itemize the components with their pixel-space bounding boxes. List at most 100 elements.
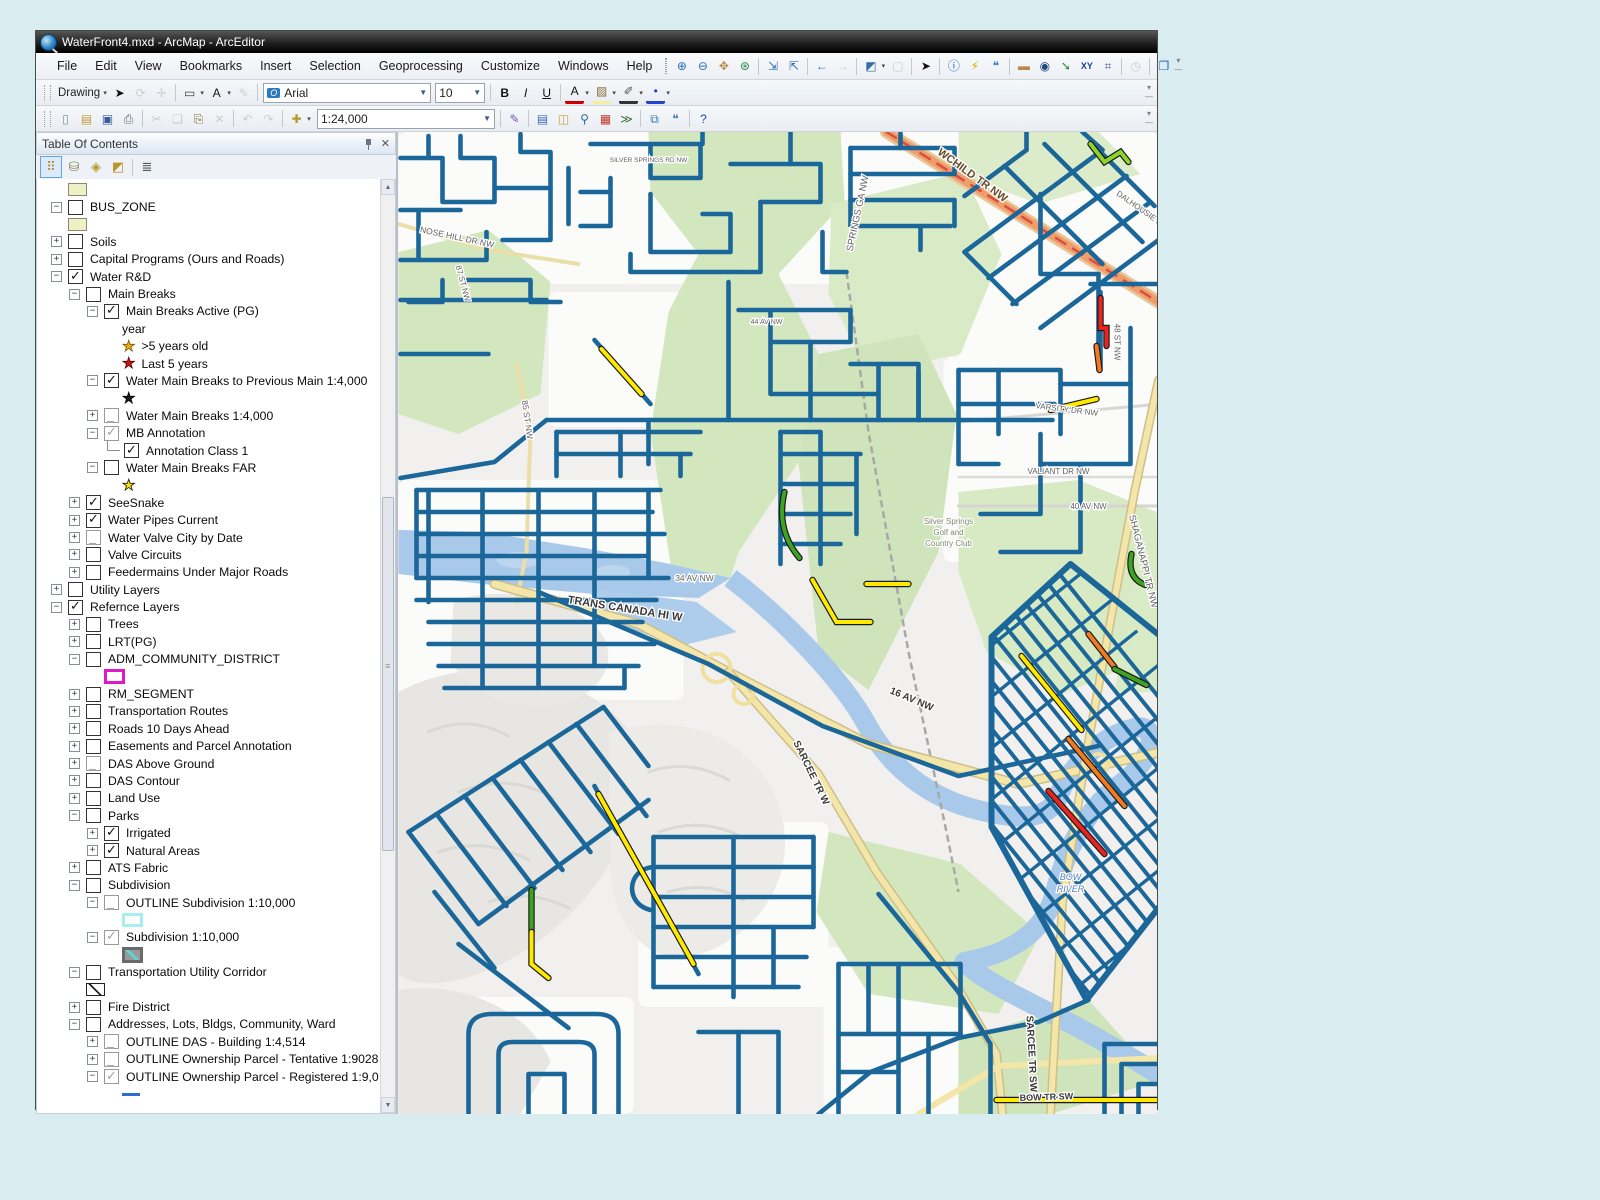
layer-row[interactable]: −Subdivision <box>69 877 381 894</box>
layer-row[interactable]: +Feedermains Under Major Roads <box>69 564 381 581</box>
collapse-icon[interactable]: − <box>87 932 98 943</box>
layer-row[interactable]: −Parks <box>69 807 381 824</box>
expand-icon[interactable]: + <box>69 636 80 647</box>
copy-icon[interactable]: ❏ <box>168 109 187 128</box>
delete-icon[interactable]: ✕ <box>210 109 229 128</box>
fixed-zoom-out-icon[interactable]: ⇱ <box>784 57 803 76</box>
font-size-select[interactable]: 10 ▼ <box>435 83 485 103</box>
expand-icon[interactable]: + <box>69 532 80 543</box>
layer-row[interactable]: +Water Main Breaks 1:4,000 <box>87 407 381 424</box>
layer-row[interactable]: −Main Breaks <box>69 285 381 302</box>
layer-row[interactable]: −Subdivision 1:10,000 <box>87 929 381 946</box>
comment-icon[interactable]: ❝ <box>666 109 685 128</box>
viewer-window-icon[interactable]: ❐ <box>1154 57 1173 76</box>
layer-row[interactable]: −OUTLINE Subdivision 1:10,000 <box>87 894 381 911</box>
chevron-down-icon[interactable]: ▾ <box>583 89 591 97</box>
layer-row[interactable]: +LRT(PG) <box>69 633 381 650</box>
collapse-icon[interactable]: − <box>69 289 80 300</box>
scroll-down-icon[interactable]: ▼ <box>381 1097 395 1113</box>
visibility-checkbox[interactable] <box>86 704 101 719</box>
italic-icon[interactable]: I <box>516 83 535 102</box>
layer-row[interactable]: +Transportation Routes <box>69 703 381 720</box>
zoom-in-icon[interactable]: ⊕ <box>672 57 691 76</box>
expand-icon[interactable]: + <box>69 793 80 804</box>
pan-icon[interactable]: ✥ <box>714 57 733 76</box>
collapse-icon[interactable]: − <box>87 428 98 439</box>
collapse-icon[interactable]: − <box>51 271 62 282</box>
layer-row[interactable]: +Soils <box>51 233 381 250</box>
list-by-drawing-order-icon[interactable]: ⠿ <box>40 156 62 178</box>
chevron-down-icon[interactable]: ▾ <box>879 62 887 70</box>
visibility-checkbox[interactable] <box>68 252 83 267</box>
layer-row[interactable]: −Water R&D <box>51 268 381 285</box>
layer-row[interactable]: +Utility Layers <box>51 581 381 598</box>
visibility-checkbox[interactable] <box>86 287 101 302</box>
fill-color-icon[interactable]: ▨ <box>592 82 611 104</box>
visibility-checkbox[interactable] <box>86 739 101 754</box>
underline-icon[interactable]: U <box>537 83 556 102</box>
collapse-icon[interactable]: − <box>87 897 98 908</box>
menu-insert[interactable]: Insert <box>251 56 300 76</box>
visibility-checkbox[interactable] <box>86 791 101 806</box>
visibility-checkbox[interactable] <box>68 600 83 615</box>
layer-row[interactable]: +ATS Fabric <box>69 859 381 876</box>
layer-row[interactable]: −Water Main Breaks to Previous Main 1:4,… <box>87 372 381 389</box>
layer-row[interactable]: −Transportation Utility Corridor <box>69 964 381 981</box>
visibility-checkbox[interactable] <box>86 617 101 632</box>
layer-row[interactable]: −OUTLINE Ownership Parcel - Registered 1… <box>87 1068 381 1085</box>
expand-icon[interactable]: + <box>69 723 80 734</box>
toolbar-overflow-icon[interactable]: ▾— <box>1143 110 1155 128</box>
expand-icon[interactable]: + <box>51 236 62 247</box>
expand-icon[interactable]: + <box>87 1036 98 1047</box>
table-of-contents-icon[interactable]: ▤ <box>533 109 552 128</box>
menu-help[interactable]: Help <box>618 56 662 76</box>
list-by-visibility-icon[interactable]: ◈ <box>86 157 106 177</box>
collapse-icon[interactable]: − <box>69 654 80 665</box>
layer-row[interactable]: +Land Use <box>69 790 381 807</box>
map-view[interactable]: NOSE HILL DR NW87 ST NW85 ST NWSILVER SP… <box>398 132 1157 1114</box>
model-builder-icon[interactable]: ⧉ <box>645 109 664 128</box>
marker-color-icon[interactable]: • <box>646 82 665 104</box>
pin-icon[interactable] <box>364 138 374 150</box>
layer-row[interactable]: −Refernce Layers <box>51 598 381 615</box>
chevron-down-icon[interactable]: ▾ <box>101 89 109 97</box>
expand-icon[interactable]: + <box>87 410 98 421</box>
visibility-checkbox[interactable] <box>86 878 101 893</box>
back-extent-icon[interactable]: ← <box>812 57 831 76</box>
visibility-checkbox[interactable] <box>104 426 119 441</box>
collapse-icon[interactable]: − <box>69 1019 80 1030</box>
visibility-checkbox[interactable] <box>104 408 119 423</box>
line-color-icon[interactable]: ✐ <box>619 82 638 104</box>
visibility-checkbox[interactable] <box>86 965 101 980</box>
toc-scrollbar[interactable]: ▲ ▼ <box>380 179 395 1113</box>
collapse-icon[interactable]: − <box>87 462 98 473</box>
toc-header[interactable]: Table Of Contents ✕ <box>36 132 396 155</box>
expand-icon[interactable]: + <box>51 584 62 595</box>
visibility-checkbox[interactable] <box>104 826 119 841</box>
full-extent-icon[interactable]: ⊛ <box>735 57 754 76</box>
expand-icon[interactable]: + <box>69 515 80 526</box>
visibility-checkbox[interactable] <box>104 1034 119 1049</box>
visibility-checkbox[interactable] <box>86 513 101 528</box>
menu-selection[interactable]: Selection <box>300 56 369 76</box>
new-rectangle-icon[interactable]: ▭ <box>180 83 199 102</box>
select-features-icon[interactable]: ◩ <box>861 57 880 76</box>
layer-row[interactable]: +Fire District <box>69 998 381 1015</box>
visibility-checkbox[interactable] <box>104 1069 119 1084</box>
menu-geoprocessing[interactable]: Geoprocessing <box>370 56 472 76</box>
hyperlink-icon[interactable]: ⚡ <box>965 57 984 76</box>
expand-icon[interactable]: + <box>69 619 80 630</box>
time-slider-icon[interactable]: ◷ <box>1126 57 1145 76</box>
layer-row[interactable]: Annotation Class 1 <box>105 442 381 459</box>
visibility-checkbox[interactable] <box>104 304 119 319</box>
find-route-icon[interactable]: ➘ <box>1056 57 1075 76</box>
visibility-checkbox[interactable] <box>104 373 119 388</box>
layer-row[interactable]: +Water Valve City by Date <box>69 529 381 546</box>
visibility-checkbox[interactable] <box>86 721 101 736</box>
visibility-checkbox[interactable] <box>104 930 119 945</box>
redo-icon[interactable]: ↷ <box>259 109 278 128</box>
list-by-selection-icon[interactable]: ◩ <box>108 157 128 177</box>
collapse-icon[interactable]: − <box>69 967 80 978</box>
arctoolbox-icon[interactable]: ▦ <box>596 109 615 128</box>
layer-row[interactable]: +OUTLINE DAS - Building 1:4,514 <box>87 1033 381 1050</box>
